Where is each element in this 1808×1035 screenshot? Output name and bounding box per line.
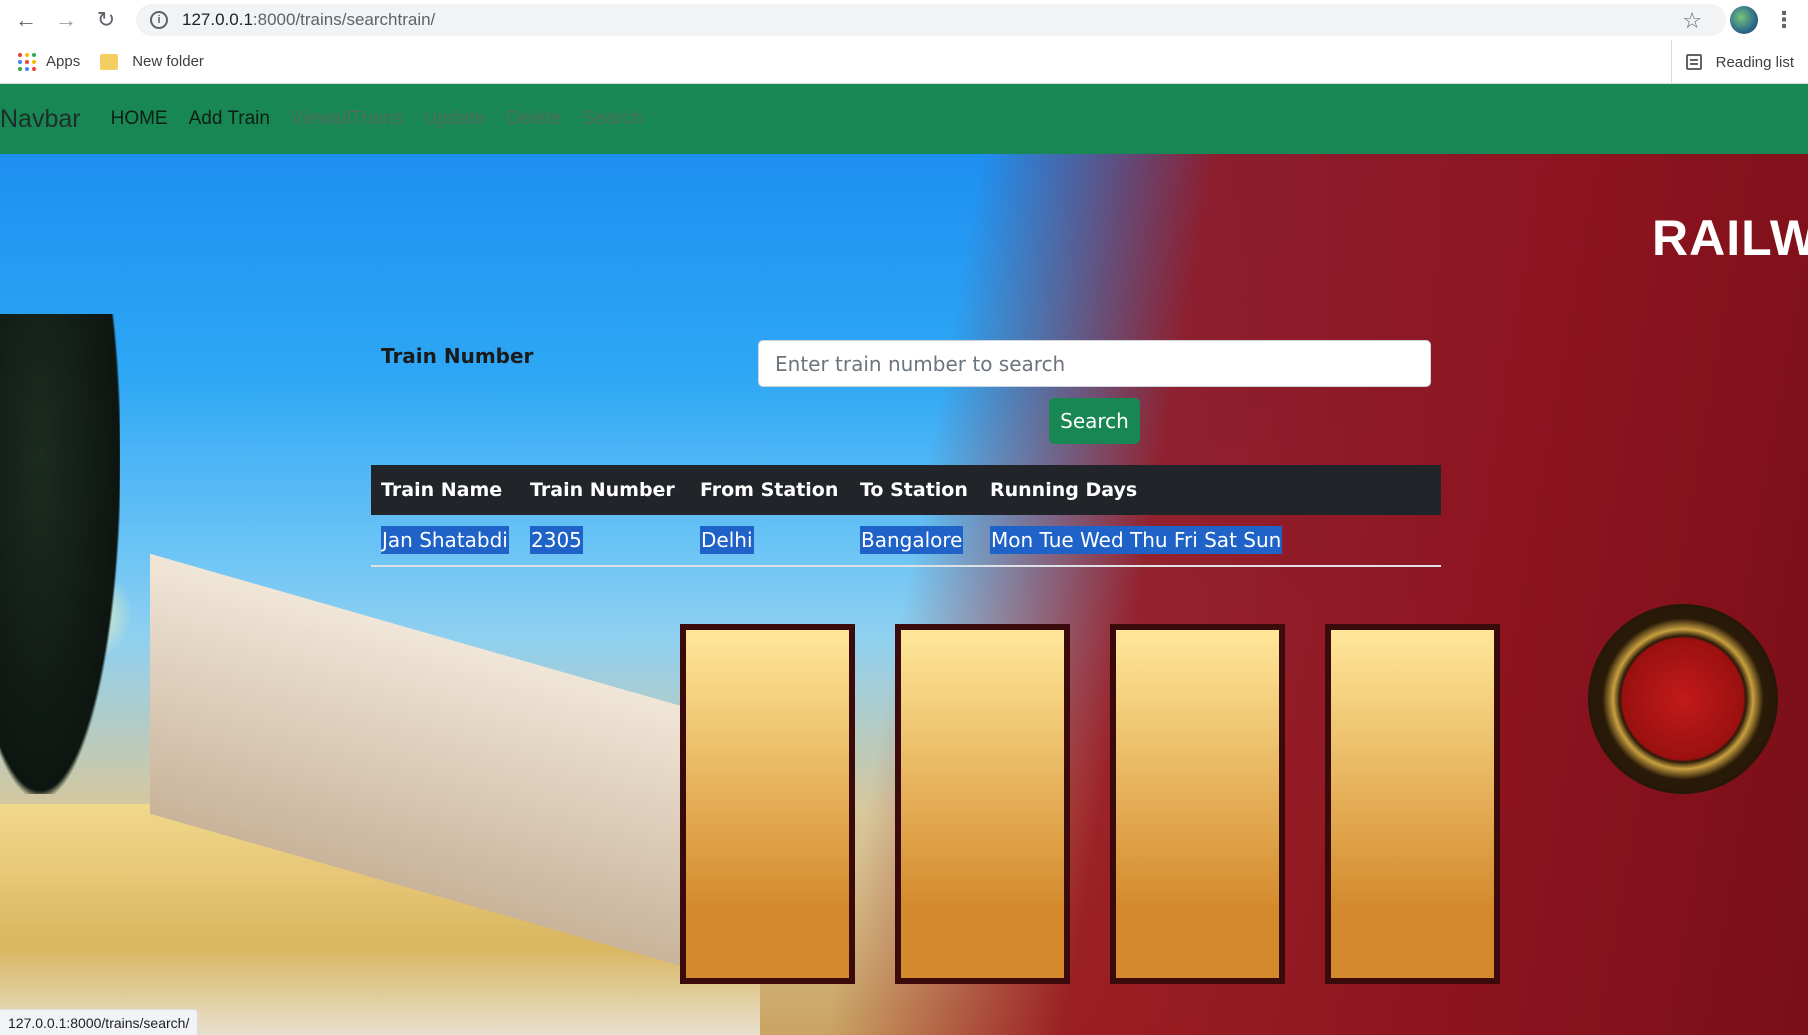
address-bar[interactable]: i 127.0.0.1:8000/trains/searchtrain/ ☆ xyxy=(136,4,1726,36)
reload-icon[interactable]: ↻ xyxy=(86,0,126,40)
nav-link-update[interactable]: Update xyxy=(424,108,485,130)
cell-text: Jan Shatabdi xyxy=(381,526,509,554)
bookmark-star-icon[interactable]: ☆ xyxy=(1682,8,1702,34)
browser-menu-icon[interactable]: ⋮ xyxy=(1772,4,1796,36)
results-table: Train Name Train Number From Station To … xyxy=(371,465,1441,567)
navbar-brand[interactable]: Navbar xyxy=(0,105,81,134)
train-windows-image xyxy=(680,624,1500,984)
cell-text: Delhi xyxy=(700,526,754,554)
folder-icon xyxy=(100,53,119,70)
bookmark-new-folder[interactable]: New folder xyxy=(100,53,204,70)
apps-grid-icon xyxy=(18,52,36,71)
nav-link-view-all-trains[interactable]: ViewallTrains xyxy=(291,108,403,130)
site-info-icon[interactable]: i xyxy=(150,11,168,29)
url-path: :8000/trains/searchtrain/ xyxy=(252,10,436,29)
forward-arrow-icon[interactable]: → xyxy=(46,0,86,40)
column-header-from-station: From Station xyxy=(690,465,850,515)
nav-link-search[interactable]: Search xyxy=(582,108,642,130)
cell-train-number: 2305 xyxy=(520,515,690,567)
bookmark-apps[interactable]: Apps xyxy=(18,52,81,71)
browser-toolbar: ← → ↻ i 127.0.0.1:8000/trains/searchtrai… xyxy=(0,0,1808,40)
hero-background: RAILW Train Number Search Train Name Tra… xyxy=(0,154,1808,1035)
bookmark-apps-label: Apps xyxy=(46,53,81,70)
cell-running-days: Mon Tue Wed Thu Fri Sat Sun xyxy=(980,515,1441,567)
cell-train-name: Jan Shatabdi xyxy=(371,515,520,567)
site-navbar: Navbar HOME Add Train ViewallTrains Upda… xyxy=(0,84,1808,154)
nav-link-delete[interactable]: Delete xyxy=(506,108,561,130)
trees-silhouette xyxy=(0,314,120,794)
hero-title: RAILW xyxy=(1652,210,1808,266)
column-header-train-number: Train Number xyxy=(520,465,690,515)
table-row: Jan Shatabdi 2305 Delhi Bangalore Mon Tu… xyxy=(371,515,1441,567)
status-bar-url: 127.0.0.1:8000/trains/search/ xyxy=(0,1009,199,1035)
column-header-to-station: To Station xyxy=(850,465,980,515)
bookmark-folder-label: New folder xyxy=(132,53,204,70)
cell-text: Mon Tue Wed Thu Fri Sat Sun xyxy=(990,526,1283,554)
railway-emblem-image xyxy=(1588,604,1778,794)
url-host: 127.0.0.1 xyxy=(182,10,253,29)
train-number-label: Train Number xyxy=(381,344,534,368)
profile-avatar[interactable] xyxy=(1730,6,1758,34)
reading-list-label: Reading list xyxy=(1715,53,1794,71)
cell-from-station: Delhi xyxy=(690,515,850,567)
column-header-running-days: Running Days xyxy=(980,465,1441,515)
cell-text: 2305 xyxy=(530,526,583,554)
train-number-search-input[interactable] xyxy=(758,340,1431,387)
bookmarks-bar: Apps New folder Reading list xyxy=(0,40,1808,84)
back-arrow-icon[interactable]: ← xyxy=(6,0,46,40)
table-header-row: Train Name Train Number From Station To … xyxy=(371,465,1441,515)
reading-list-button[interactable]: Reading list xyxy=(1670,40,1794,84)
nav-link-home[interactable]: HOME xyxy=(111,108,168,130)
search-button[interactable]: Search xyxy=(1049,398,1140,444)
reading-list-icon xyxy=(1685,54,1702,70)
web-page: Navbar HOME Add Train ViewallTrains Upda… xyxy=(0,84,1808,1035)
cell-text: Bangalore xyxy=(860,526,964,554)
column-header-train-name: Train Name xyxy=(371,465,520,515)
cell-to-station: Bangalore xyxy=(850,515,980,567)
nav-link-add-train[interactable]: Add Train xyxy=(189,108,270,130)
